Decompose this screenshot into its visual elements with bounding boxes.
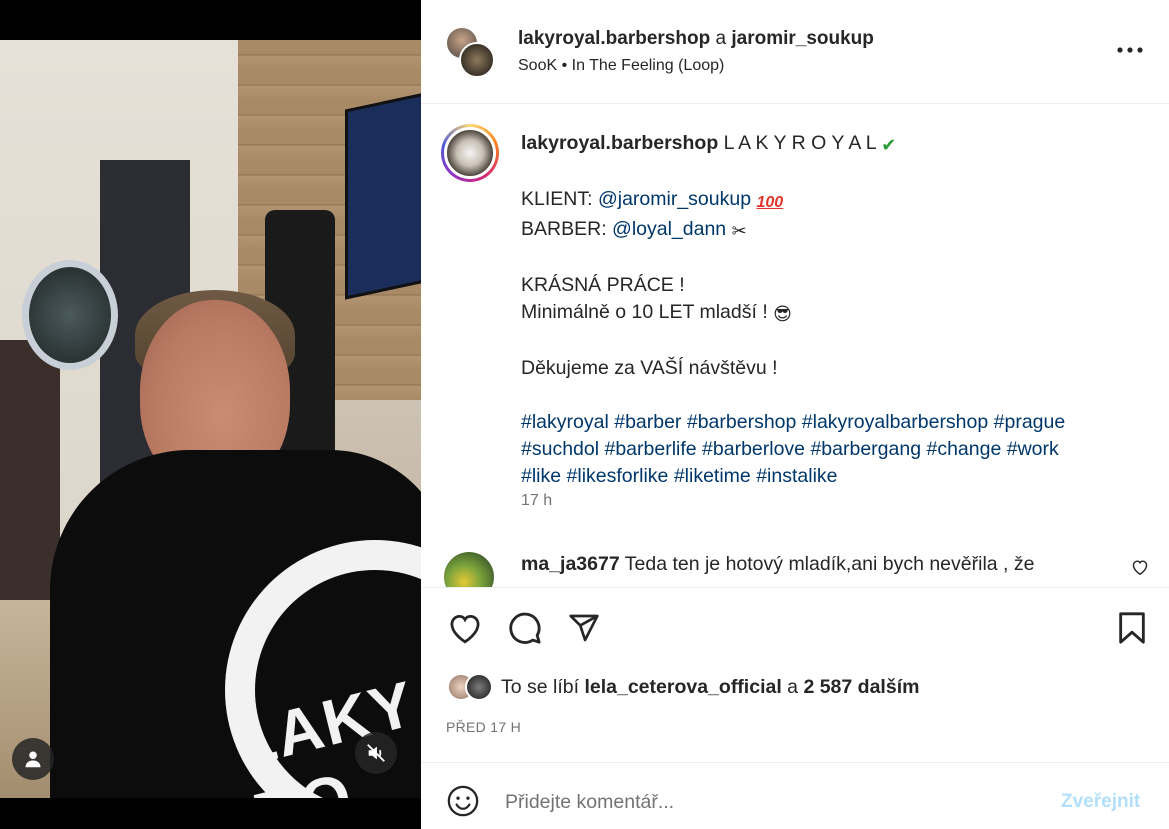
comment-item: ma_ja3677 Teda ten je hotový mladík,ani … [421, 547, 1169, 587]
caption-username[interactable]: lakyroyal.barbershop [521, 132, 718, 154]
more-horizontal-icon [1117, 47, 1143, 53]
comment-bubble-icon [509, 612, 541, 644]
avatar[interactable] [465, 673, 493, 701]
hashtag-link[interactable]: #barberlove [702, 438, 805, 460]
likes-count-link[interactable]: 2 587 dalším [803, 676, 919, 698]
author-link[interactable]: lakyroyal.barbershop [518, 28, 710, 49]
paper-plane-icon [569, 614, 599, 642]
likes-summary[interactable]: To se líbí lela_ceterova_official a 2 58… [447, 672, 919, 702]
bookmark-icon [1119, 612, 1145, 644]
collab-avatars[interactable] [445, 26, 497, 78]
ring-light [22, 260, 118, 370]
liker-link[interactable]: lela_ceterova_official [584, 676, 781, 698]
avatar [444, 127, 496, 179]
emoji-picker-button[interactable] [445, 783, 481, 819]
barber-mention[interactable]: @loyal_dann [612, 218, 726, 240]
audio-track[interactable]: In The Feeling (Loop) [572, 57, 725, 74]
hashtag-link[interactable]: #barber [614, 411, 681, 433]
publish-button[interactable]: Zveřejnit [1061, 791, 1140, 813]
post-header: lakyroyal.barbershop a jaromir_soukup So… [421, 0, 1169, 104]
story-ring-avatar[interactable] [441, 124, 499, 182]
hashtag-link[interactable]: #prague [994, 411, 1066, 433]
scissors-icon: ✂ [731, 221, 747, 241]
caption-timestamp[interactable]: 17 h [521, 492, 552, 510]
sunglasses-icon: 😎 [773, 304, 792, 324]
user-icon [25, 751, 41, 768]
caption-text: lakyroyal.barbershop L A K Y R O Y A L ✔… [521, 130, 1131, 490]
client-mention[interactable]: @jaromir_soukup [598, 188, 751, 210]
audio-artist[interactable]: SooK [518, 57, 557, 74]
hashtag-link[interactable]: #barbergang [810, 438, 921, 460]
hashtag-link[interactable]: #change [926, 438, 1001, 460]
check-mark-icon: ✔ [881, 135, 897, 155]
comment-username[interactable]: ma_ja3677 [521, 553, 620, 575]
comment-like-button[interactable] [1131, 559, 1149, 580]
hashtag-link[interactable]: #lakyroyalbarbershop [802, 411, 988, 433]
post-date[interactable]: PŘED 17 H [446, 719, 521, 735]
audio-info[interactable]: SooK • In The Feeling (Loop) [518, 57, 724, 75]
hashtag-link[interactable]: #suchdol [521, 438, 599, 460]
hashtag-link[interactable]: #liketime [674, 465, 751, 487]
comment-button[interactable] [505, 608, 545, 648]
post-caption: lakyroyal.barbershop L A K Y R O Y A L ✔… [421, 104, 1169, 587]
instagram-post-view: LAKY RO lakyroyal.barbershop a [0, 0, 1169, 829]
wall-tv [345, 90, 421, 300]
heart-outline-icon [1132, 560, 1148, 576]
hashtag-list: #lakyroyal #barber #barbershop #lakyroya… [521, 409, 1131, 490]
save-button[interactable] [1112, 608, 1152, 648]
post-media[interactable]: LAKY RO [0, 0, 421, 829]
muted-speaker-icon [367, 744, 385, 762]
hashtag-link[interactable]: #work [1007, 438, 1059, 460]
post-actions: To se líbí lela_ceterova_official a 2 58… [421, 587, 1169, 762]
heart-outline-icon [450, 614, 480, 644]
caption-brand: L A K Y R O Y A L [723, 132, 876, 154]
add-comment-bar: Zveřejnit [421, 762, 1169, 829]
tagged-users-button[interactable] [12, 738, 54, 780]
video-frame[interactable]: LAKY RO [0, 40, 421, 798]
more-options-button[interactable] [1114, 36, 1146, 64]
hashtag-link[interactable]: #lakyroyal [521, 411, 609, 433]
hashtag-link[interactable]: #like [521, 465, 561, 487]
comment-text: ma_ja3677 Teda ten je hotový mladík,ani … [521, 553, 1035, 575]
share-button[interactable] [564, 608, 604, 648]
hashtag-link[interactable]: #instalike [756, 465, 837, 487]
hashtag-link[interactable]: #barbershop [687, 411, 797, 433]
like-button[interactable] [445, 608, 485, 648]
post-authors: lakyroyal.barbershop a jaromir_soukup [518, 28, 874, 49]
avatar[interactable] [459, 42, 495, 78]
collaborator-link[interactable]: jaromir_soukup [731, 28, 874, 49]
hashtag-link[interactable]: #likesforlike [567, 465, 669, 487]
post-panel: lakyroyal.barbershop a jaromir_soukup So… [421, 0, 1169, 829]
hundred-points-icon: 100 [756, 194, 784, 211]
mute-toggle-button[interactable] [355, 732, 397, 774]
hashtag-link[interactable]: #barberlife [604, 438, 696, 460]
smiley-icon [447, 785, 479, 817]
avatar[interactable] [444, 552, 494, 587]
comment-input[interactable] [505, 785, 1045, 819]
